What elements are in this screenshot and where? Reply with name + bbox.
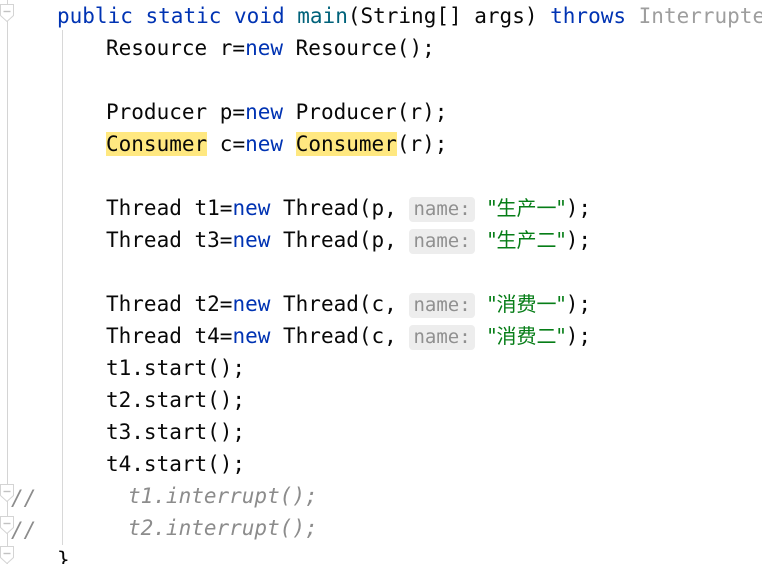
code-token-keyword: new — [245, 132, 284, 156]
code-line[interactable]: t3.start(); — [106, 416, 245, 448]
code-token-keyword: throws — [550, 4, 626, 28]
code-line[interactable]: Thread t3=new Thread(p, name: "生产二"); — [106, 224, 591, 256]
code-line[interactable]: Producer p=new Producer(r); — [106, 96, 447, 128]
code-token-plain: Resource(); — [283, 36, 435, 60]
code-token-string: "消费一" — [487, 292, 566, 316]
code-token-plain: Thread t3= — [106, 228, 233, 252]
code-line[interactable]: Consumer c=new Consumer(r); — [106, 128, 447, 160]
code-line[interactable]: t1.start(); — [106, 352, 245, 384]
code-token-plain: } — [57, 548, 70, 564]
code-token-hint: name: — [409, 197, 475, 222]
code-token-keyword: new — [232, 324, 271, 348]
code-token-plain: Producer p= — [106, 100, 246, 124]
code-token-keyword: new — [245, 36, 284, 60]
code-line[interactable]: public static void main(String[] args) t… — [57, 0, 762, 32]
code-line[interactable]: t4.start(); — [106, 448, 245, 480]
code-line[interactable]: } — [57, 544, 70, 564]
code-line[interactable]: t2.start(); — [106, 384, 245, 416]
code-token-string: "消费二" — [487, 324, 566, 348]
code-token-highlight: Consumer — [106, 132, 208, 156]
code-editor[interactable]: //// public static void main(String[] ar… — [0, 0, 762, 564]
code-line[interactable]: t1.interrupt(); — [128, 480, 318, 512]
code-token-comment: t2.interrupt(); — [128, 516, 318, 540]
code-token-plain: Thread t2= — [106, 292, 233, 316]
code-token-plain: c= — [207, 132, 246, 156]
code-token-comment: t1.interrupt(); — [128, 484, 318, 508]
code-token-plain: Producer(r); — [283, 100, 448, 124]
code-token-keyword: new — [232, 292, 271, 316]
code-token-keyword: static — [145, 4, 222, 28]
code-token-keyword: new — [232, 228, 271, 252]
code-token-hint: name: — [409, 293, 475, 318]
code-token-plain: ); — [565, 228, 592, 252]
code-token-method: main — [297, 4, 348, 28]
code-token-plain: t2.start(); — [106, 388, 246, 412]
code-token-highlight: Consumer — [295, 132, 397, 156]
code-token-string: "生产一" — [487, 196, 566, 220]
code-token-plain: t4.start(); — [106, 452, 246, 476]
code-token-string: "生产二" — [487, 228, 566, 252]
code-token-keyword: new — [245, 100, 284, 124]
code-token-plain: Thread(p, — [270, 196, 410, 220]
code-token-plain: Thread(p, — [270, 228, 410, 252]
code-line[interactable]: Thread t1=new Thread(p, name: "生产一"); — [106, 192, 591, 224]
code-line[interactable]: Thread t4=new Thread(c, name: "消费二"); — [106, 320, 591, 352]
code-token-plain: ); — [565, 292, 592, 316]
code-token-plain: Thread(c, — [270, 292, 410, 316]
code-token-plain: ); — [565, 324, 592, 348]
code-text-area[interactable]: public static void main(String[] args) t… — [0, 0, 762, 564]
code-token-plain: t1.start(); — [106, 356, 246, 380]
code-token-plain: Resource r= — [106, 36, 246, 60]
code-token-dimmed: InterruptedEx — [638, 4, 762, 28]
code-token-hint: name: — [409, 229, 475, 254]
code-token-plain: (r); — [396, 132, 448, 156]
code-token-plain: ); — [565, 196, 592, 220]
code-token-keyword: void — [234, 4, 285, 28]
code-token-keyword: public — [57, 4, 133, 28]
code-token-plain: Thread(c, — [270, 324, 410, 348]
code-token-hint: name: — [409, 325, 475, 350]
code-token-plain: Thread t4= — [106, 324, 233, 348]
code-token-plain: (String[] args) — [347, 4, 551, 28]
code-line[interactable]: t2.interrupt(); — [128, 512, 318, 544]
code-line[interactable]: Thread t2=new Thread(c, name: "消费一"); — [106, 288, 591, 320]
code-line[interactable]: Resource r=new Resource(); — [106, 32, 435, 64]
code-token-keyword: new — [232, 196, 271, 220]
code-token-plain: Thread t1= — [106, 196, 233, 220]
code-token-plain: t3.start(); — [106, 420, 246, 444]
